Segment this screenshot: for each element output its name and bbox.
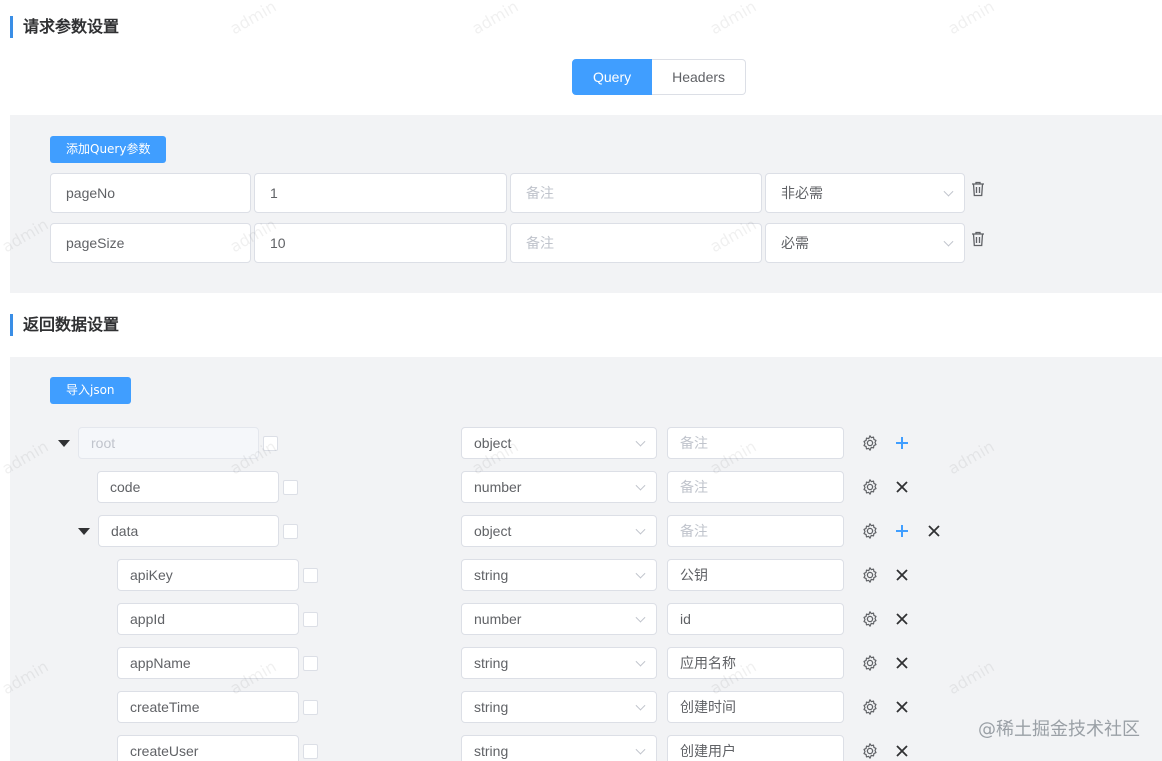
chevron-down-icon [635, 612, 646, 623]
schema-note-input[interactable]: 备注 [667, 515, 844, 547]
gear-icon[interactable] [861, 522, 879, 540]
gear-icon[interactable] [861, 478, 879, 496]
gear-icon[interactable] [861, 434, 879, 452]
query-param-required-select[interactable]: 非必需 [765, 173, 965, 213]
schema-field-name-input[interactable]: appId [117, 603, 299, 635]
schema-field-name-input[interactable]: code [97, 471, 279, 503]
request-section-title: 请求参数设置 [10, 16, 119, 38]
collapse-caret-icon[interactable] [58, 440, 70, 447]
tab-headers[interactable]: Headers [652, 59, 747, 95]
close-icon[interactable] [893, 742, 911, 760]
required-checkbox[interactable] [283, 480, 298, 495]
type-value: string [474, 567, 509, 583]
type-value: number [474, 479, 522, 495]
query-param-value-input[interactable]: 10 [254, 223, 507, 263]
query-param-name-input[interactable]: pageSize [50, 223, 251, 263]
chevron-down-icon [635, 436, 646, 447]
schema-note-input[interactable]: 创建用户 [667, 735, 844, 761]
response-schema-panel: 导入json root object 备注 code number 备注 dat… [10, 357, 1162, 761]
chevron-down-icon [943, 236, 954, 247]
collapse-caret-icon[interactable] [78, 528, 90, 535]
required-checkbox[interactable] [283, 524, 298, 539]
close-icon[interactable] [893, 610, 911, 628]
gear-icon[interactable] [861, 566, 879, 584]
chevron-down-icon [635, 700, 646, 711]
type-value: number [474, 611, 522, 627]
query-param-name-input[interactable]: pageNo [50, 173, 251, 213]
schema-note-input[interactable]: id [667, 603, 844, 635]
add-child-icon[interactable] [893, 522, 911, 540]
gear-icon[interactable] [861, 742, 879, 760]
required-checkbox[interactable] [303, 700, 318, 715]
chevron-down-icon [635, 744, 646, 755]
schema-field-name-input: root [78, 427, 259, 459]
schema-note-input[interactable]: 创建时间 [667, 691, 844, 723]
query-param-note-input[interactable]: 备注 [510, 223, 762, 263]
required-checkbox[interactable] [263, 436, 278, 451]
type-value: object [474, 435, 512, 451]
required-select-value: 必需 [781, 235, 809, 251]
query-params-panel: 添加Query参数 pageNo 1 备注 非必需 pageSize 10 备注… [10, 115, 1162, 293]
watermark: admin [226, 0, 280, 39]
schema-field-name-input[interactable]: createUser [117, 735, 299, 761]
chevron-down-icon [635, 524, 646, 535]
close-icon[interactable] [893, 654, 911, 672]
close-icon[interactable] [893, 698, 911, 716]
import-json-button[interactable]: 导入json [50, 377, 131, 404]
close-icon[interactable] [893, 478, 911, 496]
chevron-down-icon [635, 568, 646, 579]
watermark: admin [706, 0, 760, 39]
schema-field-name-input[interactable]: data [98, 515, 279, 547]
schema-type-select[interactable]: string [461, 559, 657, 591]
type-value: string [474, 655, 509, 671]
query-param-note-input[interactable]: 备注 [510, 173, 762, 213]
param-tabs: Query Headers [572, 59, 747, 95]
required-checkbox[interactable] [303, 568, 318, 583]
trash-icon[interactable] [971, 231, 985, 247]
add-child-icon[interactable] [893, 434, 911, 452]
close-icon[interactable] [925, 522, 943, 540]
watermark: admin [944, 0, 998, 39]
chevron-down-icon [943, 186, 954, 197]
response-section-title: 返回数据设置 [10, 314, 119, 336]
type-value: string [474, 743, 509, 759]
brand-watermark: @稀土掘金技术社区 [978, 719, 1140, 740]
schema-type-select[interactable]: number [461, 471, 657, 503]
schema-type-select[interactable]: string [461, 647, 657, 679]
schema-note-input[interactable]: 备注 [667, 471, 844, 503]
gear-icon[interactable] [861, 654, 879, 672]
gear-icon[interactable] [861, 610, 879, 628]
query-param-required-select[interactable]: 必需 [765, 223, 965, 263]
type-value: object [474, 523, 512, 539]
required-select-value: 非必需 [781, 185, 823, 201]
schema-field-name-input[interactable]: apiKey [117, 559, 299, 591]
watermark: admin [468, 0, 522, 39]
type-value: string [474, 699, 509, 715]
schema-note-input[interactable]: 公钥 [667, 559, 844, 591]
required-checkbox[interactable] [303, 612, 318, 627]
trash-icon[interactable] [971, 181, 985, 197]
gear-icon[interactable] [861, 698, 879, 716]
schema-note-input[interactable]: 应用名称 [667, 647, 844, 679]
schema-field-name-input[interactable]: appName [117, 647, 299, 679]
required-checkbox[interactable] [303, 656, 318, 671]
chevron-down-icon [635, 656, 646, 667]
schema-type-select[interactable]: object [461, 427, 657, 459]
schema-field-name-input[interactable]: createTime [117, 691, 299, 723]
add-query-param-button[interactable]: 添加Query参数 [50, 136, 167, 163]
schema-note-input[interactable]: 备注 [667, 427, 844, 459]
schema-type-select[interactable]: number [461, 603, 657, 635]
tab-query[interactable]: Query [572, 59, 653, 95]
chevron-down-icon [635, 480, 646, 491]
required-checkbox[interactable] [303, 744, 318, 759]
schema-type-select[interactable]: object [461, 515, 657, 547]
schema-type-select[interactable]: string [461, 735, 657, 761]
close-icon[interactable] [893, 566, 911, 584]
schema-type-select[interactable]: string [461, 691, 657, 723]
query-param-value-input[interactable]: 1 [254, 173, 507, 213]
